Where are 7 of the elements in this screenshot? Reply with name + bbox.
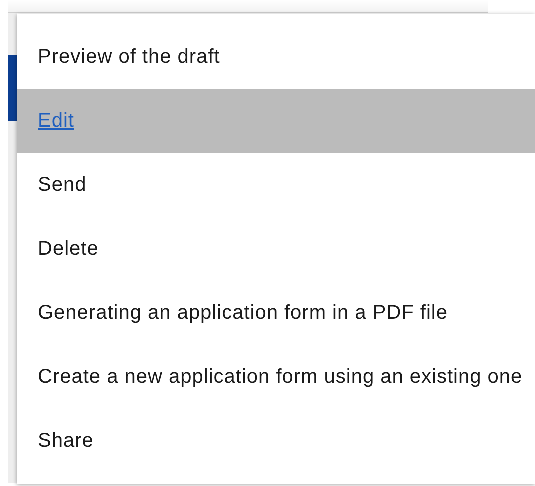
menu-item[interactable]: Preview of the draft	[17, 25, 535, 89]
menu-item[interactable]: Send	[17, 153, 535, 217]
menu-item[interactable]: Share	[17, 409, 535, 473]
accent-bar	[8, 55, 17, 121]
menu-item[interactable]: Generating an application form in a PDF file	[17, 281, 535, 345]
menu-item[interactable]: Create a new application form using an existing one	[17, 345, 535, 409]
menu-item[interactable]: Delete	[17, 217, 535, 281]
